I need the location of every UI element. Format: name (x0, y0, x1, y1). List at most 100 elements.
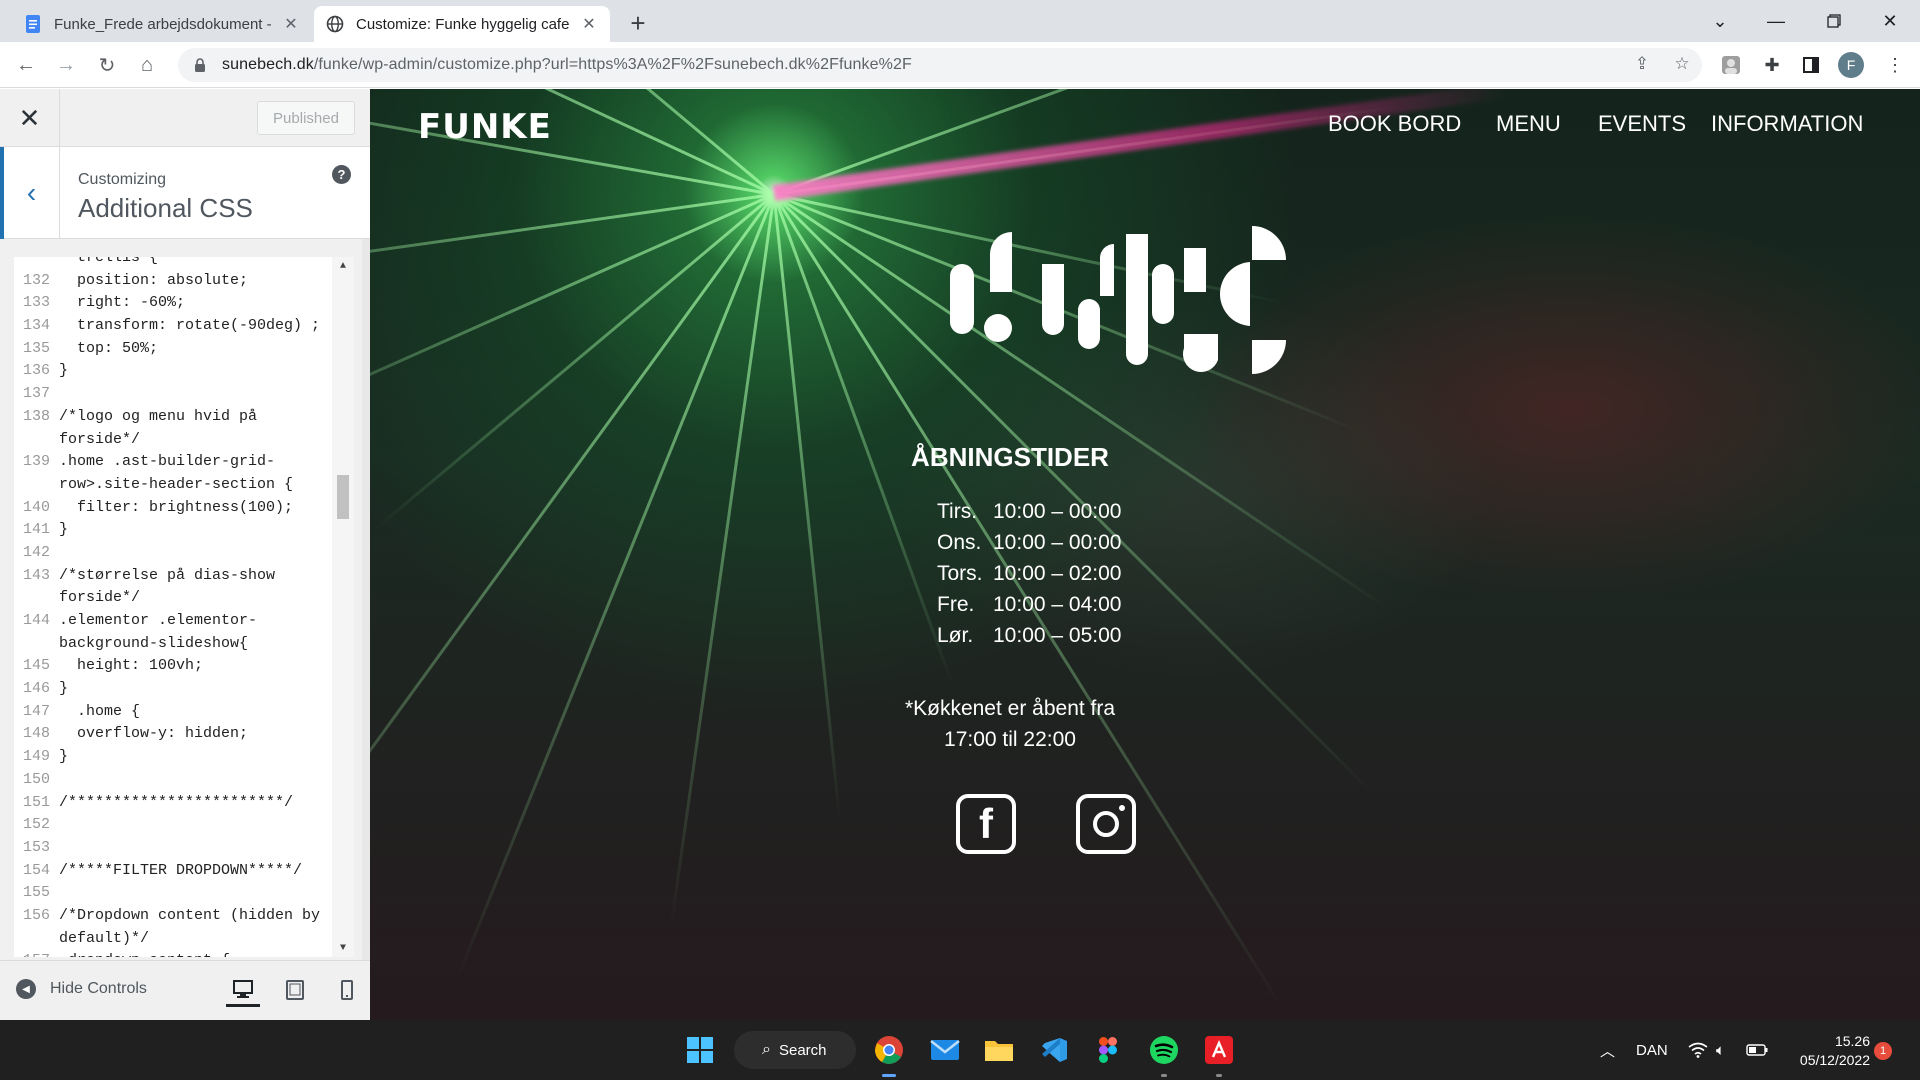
line-text: top: 50%; (59, 339, 159, 357)
code-line: 154 /*****FILTER DROPDOWN*****/ (14, 860, 332, 883)
acrobat-running-indicator (1216, 1074, 1222, 1077)
url-path: /funke/wp-admin/customize.php?url=https%… (313, 56, 912, 73)
windows-start-icon[interactable] (680, 1030, 720, 1070)
tab-close-icon[interactable]: ✕ (282, 15, 300, 33)
code-line: 145 height: 100vh; (14, 655, 332, 678)
line-number: 137 (22, 385, 50, 403)
line-text: row>.site-header-section { (59, 475, 294, 493)
forward-arrow-icon[interactable]: → (50, 49, 82, 81)
system-clock[interactable]: 15.26 05/12/2022 (1786, 1032, 1870, 1070)
wifi-icon[interactable] (1688, 1020, 1708, 1080)
close-customizer-icon[interactable]: ✕ (0, 89, 60, 147)
line-text: overflow-y: hidden; (59, 725, 249, 743)
line-text: filter: brightness(100); (59, 498, 294, 516)
profile-avatar[interactable]: F (1838, 52, 1864, 78)
scroll-up-icon[interactable]: ▲ (332, 257, 354, 275)
nav-menu[interactable]: MENU (1496, 111, 1561, 137)
line-text: .dropdown-content { (59, 950, 230, 957)
hours-time: 10:00 – 04:00 (993, 593, 1122, 616)
code-line: 138 /*logo og menu hvid på (14, 406, 332, 429)
customizing-label: Customizing (78, 171, 167, 188)
site-preview[interactable]: FUNKE BOOK BORD MENU EVENTS INFORMATION … (370, 89, 1920, 1020)
css-code-editor[interactable]: trellis {132 position: absolute; 133 righ… (14, 257, 354, 957)
tab-docs[interactable]: Funke_Frede arbejdsdokument - ✕ (12, 6, 312, 42)
taskbar-search[interactable]: ⌕ Search (734, 1031, 856, 1069)
volume-icon[interactable]: 🔈︎ (1716, 1020, 1725, 1080)
side-panel-icon[interactable] (1796, 50, 1826, 80)
facebook-icon[interactable]: f (956, 794, 1016, 854)
chrome-icon[interactable] (869, 1030, 909, 1070)
language-indicator[interactable]: DAN (1636, 1020, 1668, 1080)
new-tab-button[interactable]: + (624, 8, 652, 38)
laser-beam (454, 193, 776, 984)
bookmark-star-icon[interactable]: ☆ (1668, 50, 1696, 78)
line-number: 156 (22, 906, 50, 924)
extension-avatar-icon[interactable] (1716, 50, 1746, 80)
battery-icon[interactable] (1746, 1020, 1768, 1080)
scroll-thumb[interactable] (337, 475, 349, 519)
search-label: Search (778, 1041, 827, 1059)
line-number: 147 (22, 702, 50, 720)
reload-icon[interactable]: ↻ (91, 49, 123, 81)
nav-book-bord[interactable]: BOOK BORD (1328, 111, 1461, 137)
share-icon[interactable]: ⇪ (1628, 50, 1656, 78)
code-line: 134 transform: rotate(-90deg) ; (14, 315, 332, 338)
tab-title: Funke_Frede arbejdsdokument - (54, 15, 272, 33)
acrobat-icon[interactable] (1199, 1030, 1239, 1070)
file-explorer-icon[interactable] (979, 1030, 1019, 1070)
mobile-preview-icon[interactable] (330, 973, 364, 1007)
address-bar[interactable]: sunebech.dk/funke/wp-admin/customize.php… (178, 48, 1702, 82)
sidebar-scrollbar[interactable] (362, 239, 370, 1069)
nav-information[interactable]: INFORMATION (1711, 111, 1863, 137)
search-icon: ⌕ (762, 1041, 771, 1058)
tray-overflow-chevron-icon[interactable]: ︿ (1600, 1020, 1615, 1080)
line-number: 141 (22, 521, 50, 539)
site-logo[interactable]: FUNKE (418, 107, 552, 147)
line-text: } (59, 521, 69, 539)
line-text: right: -60%; (59, 294, 186, 312)
minimize-icon[interactable]: — (1748, 0, 1804, 42)
code-line: 147 .home { (14, 701, 332, 724)
line-number: 155 (22, 884, 50, 902)
back-chevron-icon[interactable]: ‹ (0, 147, 60, 239)
tab-customize[interactable]: Customize: Funke hyggelig cafe ✕ (314, 6, 610, 42)
line-number: 140 (22, 498, 50, 516)
extensions-puzzle-icon[interactable]: ✚ (1757, 50, 1787, 80)
browser-tab-strip: Funke_Frede arbejdsdokument - ✕ Customiz… (0, 0, 1920, 42)
restore-icon[interactable] (1806, 0, 1862, 42)
scroll-down-icon[interactable]: ▼ (332, 939, 354, 957)
editor-scrollbar[interactable]: ▲ ▼ (332, 257, 354, 957)
home-icon[interactable]: ⌂ (131, 49, 163, 81)
mail-icon[interactable] (925, 1030, 965, 1070)
code-line: 151 /************************/ (14, 792, 332, 815)
lock-icon (194, 58, 208, 72)
hide-controls-icon: ◀ (16, 979, 36, 999)
instagram-icon[interactable] (1076, 794, 1136, 854)
line-text: .elementor .elementor- (59, 612, 258, 629)
kitchen-hours: *Køkkenet er åbent fra 17:00 til 22:00 (880, 693, 1140, 755)
tab-close-icon[interactable]: ✕ (580, 15, 598, 33)
url-host: sunebech.dk (222, 56, 314, 73)
tab-search-chevron-icon[interactable]: ⌄ (1692, 0, 1748, 42)
code-line: 152 (14, 814, 332, 837)
close-window-icon[interactable]: ✕ (1862, 0, 1918, 42)
tablet-preview-icon[interactable] (278, 973, 312, 1007)
hide-controls-button[interactable]: ◀ Hide Controls (16, 979, 147, 999)
code-line: 146} (14, 678, 332, 701)
published-button[interactable]: Published (257, 101, 355, 135)
notification-badge[interactable]: 1 (1874, 1042, 1892, 1060)
code-line: forside*/ (14, 429, 332, 452)
figma-icon[interactable] (1088, 1030, 1128, 1070)
help-icon[interactable]: ? (332, 165, 351, 184)
vscode-icon[interactable] (1034, 1030, 1074, 1070)
line-text: /*størrelse på dias-show (59, 566, 276, 584)
nav-events[interactable]: EVENTS (1598, 111, 1686, 137)
desktop-preview-icon[interactable] (226, 973, 260, 1007)
spotify-icon[interactable] (1144, 1030, 1184, 1070)
clock-time: 15.26 (1834, 1033, 1870, 1049)
code-line: 143 /*størrelse på dias-show (14, 565, 332, 588)
back-arrow-icon[interactable]: ← (10, 49, 42, 81)
more-menu-icon[interactable]: ⋮ (1880, 50, 1910, 80)
customizer-footer: ◀ Hide Controls (0, 960, 370, 1020)
line-number: 135 (22, 339, 50, 357)
